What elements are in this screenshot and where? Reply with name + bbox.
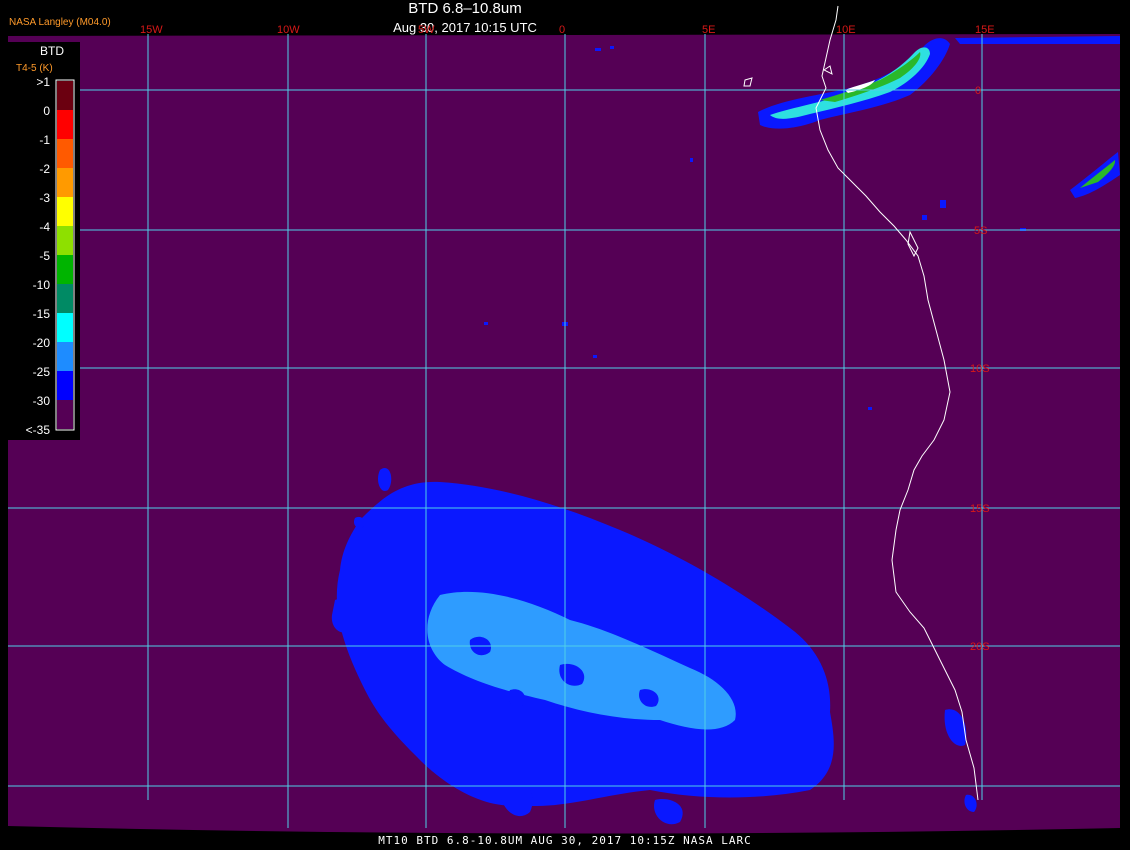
legend-label: <-35	[26, 423, 51, 437]
legend-swatch	[57, 197, 73, 226]
lat-label-20s: 20S	[970, 641, 990, 653]
legend-label: -1	[39, 133, 50, 147]
legend-swatch	[57, 371, 73, 400]
legend-label: -5	[39, 249, 50, 263]
lat-label-15s: 15S	[970, 503, 990, 515]
legend-swatch	[57, 342, 73, 371]
lat-label-10s: 10S	[970, 363, 990, 375]
legend-label: -30	[33, 394, 51, 408]
longitude-labels: 15W 10W 5W 0 5E 10E 15E	[140, 24, 995, 36]
legend-swatch	[57, 226, 73, 255]
legend-swatch	[57, 313, 73, 342]
legend-swatch	[57, 284, 73, 313]
legend-label: >1	[36, 75, 50, 89]
footer-caption: MT10 BTD 6.8-10.8UM AUG 30, 2017 10:15Z …	[378, 834, 752, 847]
provider-credit: NASA Langley (M04.0)	[9, 17, 111, 28]
lon-label-5e: 5E	[702, 24, 715, 36]
legend-label: -25	[33, 365, 51, 379]
legend-swatch	[57, 255, 73, 284]
legend-label: 0	[43, 104, 50, 118]
legend-label: -3	[39, 191, 50, 205]
color-legend: BTD T4-5 (K) >1 0 -1 -2 -3 -4 -5 -10 -15 -20 -25 -3…	[8, 42, 80, 440]
lon-label-15w: 15W	[140, 24, 163, 36]
lon-label-10w: 10W	[277, 24, 300, 36]
legend-title: BTD	[40, 44, 64, 58]
lat-label-5s: 5S	[974, 225, 987, 237]
legend-swatch	[57, 139, 73, 168]
legend-label: -15	[33, 307, 51, 321]
legend-label: -4	[39, 220, 50, 234]
lon-label-5w: 5W	[418, 24, 435, 36]
lon-label-15e: 15E	[975, 24, 995, 36]
legend-swatch	[57, 81, 73, 110]
lon-label-10e: 10E	[836, 24, 856, 36]
lat-label-0: 0	[975, 85, 981, 97]
legend-swatch	[57, 400, 73, 429]
legend-label: -2	[39, 162, 50, 176]
legend-label: -10	[33, 278, 51, 292]
lon-label-0: 0	[559, 24, 565, 36]
legend-swatch	[57, 110, 73, 139]
legend-unit: T4-5 (K)	[16, 63, 53, 74]
satellite-map: 15W 10W 5W 0 5E 10E 15E 0 5S 10S 15S 20S…	[8, 5, 1120, 834]
legend-label: -20	[33, 336, 51, 350]
legend-swatch	[57, 168, 73, 197]
